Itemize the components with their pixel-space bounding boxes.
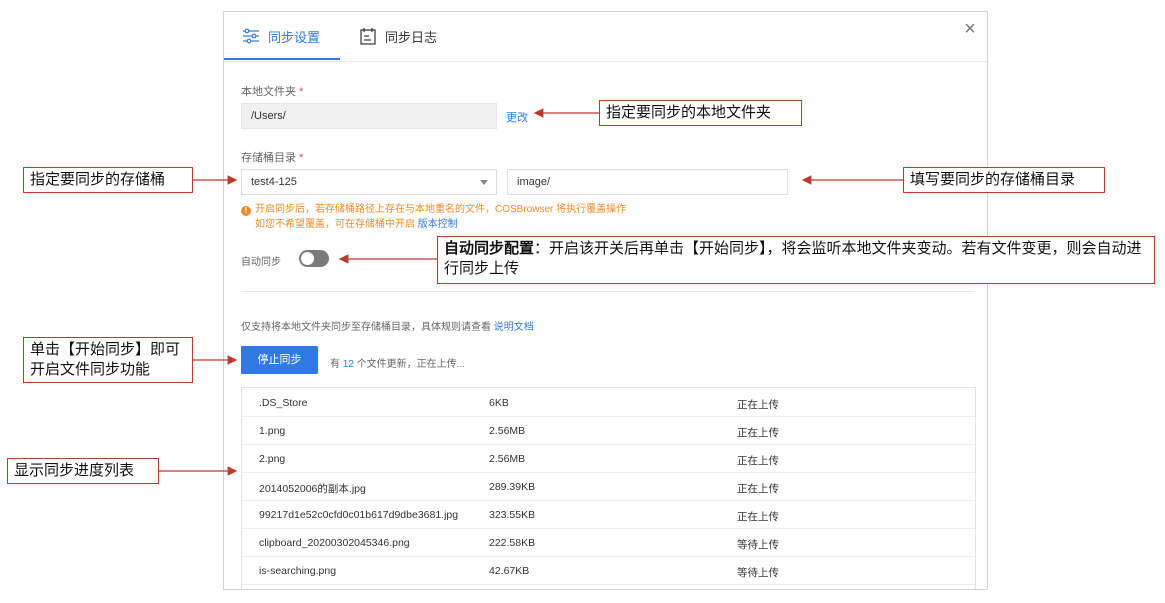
file-status: 等待上传 [737, 567, 779, 579]
warning-line2: 如您不希望覆盖，可在存储桶中开启 [255, 219, 415, 230]
bucket-select-value: test4-125 [251, 176, 297, 188]
file-name: 1.png [259, 425, 286, 437]
callout-bucket: 指定要同步的存储桶 [23, 167, 193, 193]
file-status: 正在上传 [737, 427, 779, 439]
table-row: clipboard_20200302045346.png 222.58KB 等待上传 [242, 528, 975, 557]
table-row: .DS_Store 6KB 正在上传 [242, 388, 975, 417]
warning-line1: 开启同步后，若存储桶路径上存在与本地重名的文件，COSBrowser 将执行覆盖… [255, 204, 627, 215]
file-name: 2014052006的副本.jpg [259, 483, 366, 495]
table-row: 1.png 2.56MB 正在上传 [242, 416, 975, 445]
overwrite-warning: ! 开启同步后，若存储桶路径上存在与本地重名的文件，COSBrowser 将执行覆… [241, 202, 626, 232]
table-row: 99217d1e52c0cfd0c01b617d9dbe3681.jpg 323.… [242, 500, 975, 529]
tab-sync-log-label: 同步日志 [385, 29, 438, 45]
tab-bar: 同步设置 同步日志 × [224, 12, 987, 62]
bucket-select[interactable]: test4-125 [241, 169, 497, 195]
callout-bucket-dir: 填写要同步的存储桶目录 [903, 167, 1105, 193]
callout-auto-sync-text: ：开启该开关后再单击【开始同步】，将会监听本地文件夹变动。若有文件变更，则会自动… [444, 240, 1142, 277]
toggle-knob [301, 252, 314, 265]
local-folder-label-text: 本地文件夹 [241, 86, 296, 98]
stop-sync-button[interactable]: 停止同步 [241, 346, 318, 374]
log-icon [359, 27, 377, 45]
file-name: .DS_Store [259, 397, 308, 409]
close-icon[interactable]: × [961, 19, 979, 39]
file-size: 6KB [489, 397, 509, 409]
file-size: 323.55KB [489, 509, 536, 521]
sync-dialog: 同步设置 同步日志 × 本地文件夹 * /Users/ 更改 存储桶目录 * tes… [223, 11, 988, 590]
bucket-dir-label-text: 存储桶目录 [241, 152, 296, 164]
progress-suffix: 个文件更新，正在上传... [356, 359, 466, 370]
file-size: 222.58KB [489, 537, 536, 549]
bucket-dir-label: 存储桶目录 * [241, 149, 303, 165]
change-folder-link[interactable]: 更改 [506, 109, 528, 125]
callout-start-sync: 单击【开始同步】即可开启文件同步功能 [23, 337, 193, 383]
file-size: 2.56MB [489, 425, 526, 437]
callout-progress-list: 显示同步进度列表 [7, 458, 159, 484]
file-size: 42.67KB [489, 565, 530, 577]
file-status: 等待上传 [737, 539, 779, 551]
table-row: 2.png 2.56MB 正在上传 [242, 444, 975, 473]
bucket-path-input[interactable]: image/ [507, 169, 788, 195]
docs-link[interactable]: 说明文档 [494, 322, 534, 333]
rules-hint: 仅支持将本地文件夹同步至存储桶目录，具体规则请查看 说明文档 [241, 318, 534, 333]
auto-sync-label: 自动同步 [241, 257, 281, 268]
active-tab-indicator [224, 58, 340, 60]
divider [241, 291, 975, 292]
sync-progress-text: 有 12 个文件更新，正在上传... [330, 355, 465, 370]
warning-icon: ! [241, 206, 251, 216]
file-size: 289.39KB [489, 481, 536, 493]
progress-prefix: 有 [330, 359, 340, 370]
file-name: clipboard_20200302045346.png [259, 537, 410, 549]
tab-sync-settings-label: 同步设置 [268, 29, 321, 45]
sync-file-table: .DS_Store 6KB 正在上传 1.png 2.56MB 正在上传 2.png 2.… [241, 387, 976, 589]
chevron-down-icon [480, 180, 488, 185]
file-status: 正在上传 [737, 483, 779, 495]
file-name: 99217d1e52c0cfd0c01b617d9dbe3681.jpg [259, 509, 459, 521]
tab-sync-settings[interactable]: 同步设置 [242, 12, 320, 60]
file-status: 正在上传 [737, 399, 779, 411]
version-control-link[interactable]: 版本控制 [418, 219, 458, 230]
sliders-icon [242, 27, 260, 45]
callout-auto-sync-title: 自动同步配置 [444, 240, 535, 257]
file-name: 2.png [259, 453, 286, 465]
callout-auto-sync: 自动同步配置：开启该开关后再单击【开始同步】，将会监听本地文件夹变动。若有文件变… [437, 236, 1155, 284]
table-row: 2014052006的副本.jpg 289.39KB 正在上传 [242, 472, 975, 501]
file-count: 12 [342, 359, 354, 370]
table-row: is-searching.png 42.67KB 等待上传 [242, 556, 975, 585]
auto-sync-toggle[interactable] [299, 250, 329, 267]
required-mark: * [299, 86, 304, 98]
file-name: is-searching.png [259, 565, 337, 577]
local-folder-label: 本地文件夹 * [241, 83, 303, 99]
callout-local-folder: 指定要同步的本地文件夹 [599, 100, 802, 126]
file-size: 2.56MB [489, 453, 526, 465]
required-mark: * [299, 152, 304, 164]
rules-hint-text: 仅支持将本地文件夹同步至存储桶目录，具体规则请查看 [241, 322, 491, 333]
file-status: 正在上传 [737, 511, 779, 523]
tab-sync-log[interactable]: 同步日志 [359, 12, 437, 60]
local-folder-field[interactable]: /Users/ [241, 103, 497, 129]
file-status: 正在上传 [737, 455, 779, 467]
